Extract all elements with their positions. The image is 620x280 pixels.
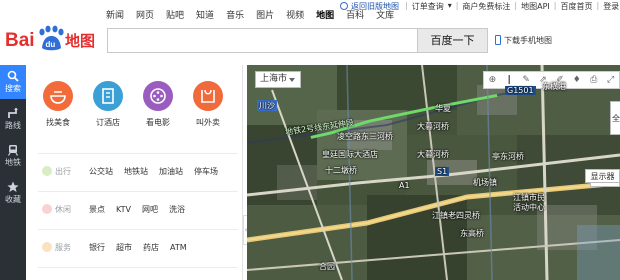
poi-parking[interactable]: 停车场 [194,166,218,177]
poi-pharmacy[interactable]: 药店 [143,242,159,253]
divider [38,267,238,268]
label-heyuan: 合园 [319,262,335,271]
label-donggao-bridge: 东高桥 [460,229,484,238]
locate-icon[interactable]: ⊕ [484,72,501,88]
label-activity-center: 活动中心 [513,203,545,212]
label-dumu-bridge: 大暮河桥 [417,122,449,131]
poi-ktv[interactable]: KTV [116,205,131,214]
label-chuansha: 川沙 [257,100,277,111]
row-travel: 出行 公交站 地铁站 加油站 停车场 [42,164,242,178]
map-type-label[interactable]: 显示器 [585,169,620,183]
nav-video[interactable]: 视频 [286,8,304,24]
label-hotel: 皇廷国际大酒店 [322,150,378,159]
label-tingdong-bridge: 亭东河桥 [492,152,524,161]
nav-web[interactable]: 网页 [136,8,154,24]
nav-tieba[interactable]: 贴吧 [166,8,184,24]
takeout-icon [193,81,223,111]
rail-route[interactable]: 路线 [0,102,26,136]
category-takeout[interactable]: 叫外卖 [188,81,228,128]
route-icon [8,107,18,118]
caret-icon: ▾ [447,1,452,10]
search-panel: 找美食 订酒店 看电影 叫外卖 出行 公交站 地铁站 加油站 停车场 休闲 景点… [30,65,243,280]
nav-zhidao[interactable]: 知道 [196,8,214,24]
label-dumu-bridge-2: 大暮河桥 [417,150,449,159]
travel-icon [42,166,52,176]
food-icon [43,81,73,111]
satellite-imagery [247,65,620,280]
svg-text:地图: 地图 [65,32,95,50]
rail-favorites[interactable]: 收藏 [0,176,26,210]
side-rail: 搜索 路线 地铁 收藏 [0,65,26,280]
category-food[interactable]: 找美食 [38,81,78,128]
divider [38,191,238,192]
city-selector[interactable]: 上海市 [255,71,301,88]
label-s1: S1 [435,167,450,176]
label-jichang-town: 机场镇 [473,178,497,187]
home-icon [340,2,348,10]
marker-icon[interactable]: ♦ [568,72,585,88]
poi-bank[interactable]: 银行 [89,242,105,253]
leisure-icon [42,204,52,214]
rail-search[interactable]: 搜索 [0,65,26,99]
hotel-icon [93,81,123,111]
nav-news[interactable]: 新闻 [106,8,124,24]
svg-text:du: du [46,40,56,49]
poi-netcafe[interactable]: 网吧 [142,204,158,215]
baidu-map-logo[interactable]: Bai du 地图 [5,22,100,56]
search-button[interactable]: 百度一下 [417,28,488,53]
divider [38,153,238,154]
api-link[interactable]: 地图API [521,1,550,12]
baidu-home-link[interactable]: 百度首页 [560,1,592,12]
label-dongheng-port: 东横港 [542,82,566,91]
nav-music[interactable]: 音乐 [226,8,244,24]
nav-map[interactable]: 地图 [316,8,334,24]
label-a1: A1 [399,181,410,190]
login-link[interactable]: 登录 [603,1,619,12]
baidu-map-page: Bai du 地图 新闻 网页 贴吧 知道 音乐 图片 视频 地图 百科 文库 … [0,0,620,280]
phone-icon [495,35,501,45]
star-icon [7,181,19,192]
row-leisure: 休闲 景点 KTV 网吧 洗浴 [42,202,242,216]
poi-scenic[interactable]: 景点 [89,204,105,215]
poi-supermarket[interactable]: 超市 [116,242,132,253]
fullscreen-icon[interactable]: ⤢ [602,72,619,88]
old-version-link[interactable]: 返回旧版地图 [340,1,401,12]
download-mobile-link[interactable]: 下载手机地图 [495,35,552,46]
row-service: 服务 银行 超市 药店 ATM [42,240,242,254]
poi-gas-station[interactable]: 加油站 [159,166,183,177]
top-links: 返回旧版地图 | 订单查询 ▾ | 商户免费标注 | 地图API | 百度首页 |… [338,1,620,12]
search-input[interactable] [107,28,417,53]
poi-bath[interactable]: 洗浴 [169,204,185,215]
divider [38,229,238,230]
search-icon [7,70,19,82]
group-leisure: 休闲 [42,204,89,215]
category-movie[interactable]: 看电影 [138,81,178,128]
movie-icon [143,81,173,111]
print-icon[interactable]: ⎙ [585,72,602,88]
group-travel: 出行 [42,166,89,177]
poi-atm[interactable]: ATM [170,243,187,252]
satellite-map[interactable]: 上海市 ⊕ ❙ ✎ ⇗ ✐ ♦ ⎙ ⤢ 全 地图 显示器 川沙 地铁2号线东延伸… [247,65,620,280]
poi-bus-stop[interactable]: 公交站 [89,166,113,177]
subway-icon [7,145,19,156]
label-jiangzhen-bridge: 江镇老四灵桥 [432,211,480,220]
service-icon [42,242,52,252]
svg-text:Bai: Bai [5,30,35,51]
label-huaxia: 华夏 [435,104,451,113]
zoom-control[interactable]: 全 [610,101,620,135]
rail-subway[interactable]: 地铁 [0,139,26,173]
category-hotel[interactable]: 订酒店 [88,81,128,128]
label-shierdun-bridge: 十二墩桥 [325,166,357,175]
poi-subway-station[interactable]: 地铁站 [124,166,148,177]
group-service: 服务 [42,242,89,253]
merchant-link[interactable]: 商户免费标注 [462,1,510,12]
nav-images[interactable]: 图片 [256,8,274,24]
label-g1501: G1501 [505,86,536,95]
label-lingkong-bridge: 凌空路东三河桥 [337,132,393,141]
order-link[interactable]: 订单查询 [412,1,444,12]
